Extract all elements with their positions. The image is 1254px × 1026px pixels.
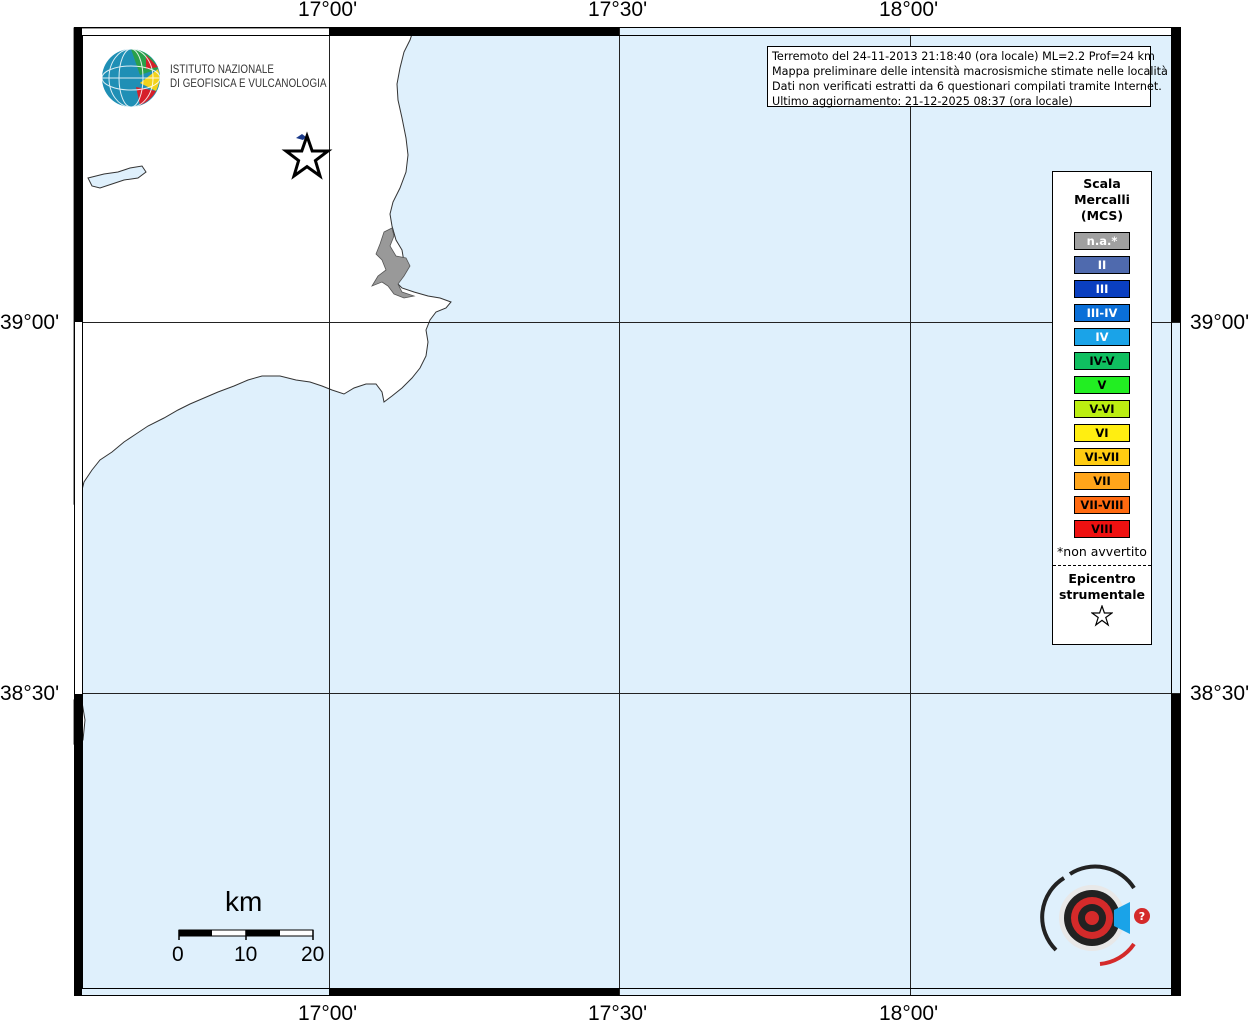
lon-label-bottom-1700: 17°00' <box>298 1002 358 1025</box>
legend-item-vi: VI <box>1074 424 1130 442</box>
event-info-box: Terremoto del 24-11-2013 21:18:40 (ora l… <box>767 46 1168 108</box>
legend-star-icon <box>1053 604 1151 631</box>
ingv-line1: ISTITUTO NAZIONALE <box>170 64 275 76</box>
info-line2: Mappa preliminare delle intensità macros… <box>772 65 1168 78</box>
scale-bar-unit: km <box>225 886 263 917</box>
legend-items: n.a.* II III III-IV IV IV-V V V-VI VI VI-VII VII VI… <box>1053 232 1151 538</box>
legend-epicenter-label: Epicentro strumentale <box>1053 571 1151 603</box>
legend-title-line2: Mercalli <box>1074 192 1130 207</box>
legend-item-ii: II <box>1074 256 1130 274</box>
legend-epicenter-line1: Epicentro <box>1068 571 1136 586</box>
legend-epicenter-line2: strumentale <box>1058 587 1146 602</box>
lon-label-top-1700: 17°00' <box>298 0 358 21</box>
info-line1: Terremoto del 24-11-2013 21:18:40 (ora l… <box>772 50 1155 63</box>
legend-item-vii: VII <box>1074 472 1130 490</box>
legend-item-iv: IV <box>1074 328 1130 346</box>
svg-text:?: ? <box>1139 910 1145 923</box>
lat-label-left-3900: 39°00' <box>0 311 60 334</box>
legend-item-viii: VIII <box>1074 520 1130 538</box>
legend-item-viiviii: VII-VIII <box>1074 496 1130 514</box>
lat-label-left-3830: 38°30' <box>0 682 60 705</box>
legend-item-vivii: VI-VII <box>1074 448 1130 466</box>
legend-item-ivv: IV-V <box>1074 352 1130 370</box>
legend-item-iii: III <box>1074 280 1130 298</box>
scale-bar-label-20: 20 <box>301 943 325 966</box>
ingv-logo-text: ISTITUTO NAZIONALE DI GEOFISICA E VULCAN… <box>170 63 327 91</box>
legend-item-v: V <box>1074 376 1130 394</box>
lon-label-bottom-1730: 17°30' <box>588 1002 648 1025</box>
lon-label-top-1800: 18°00' <box>879 0 939 21</box>
haisentito-logo: ? <box>1030 858 1160 982</box>
scale-bar-label-0: 0 <box>172 943 184 966</box>
lon-label-top-1730: 17°30' <box>588 0 648 21</box>
lon-label-bottom-1800: 18°00' <box>879 1002 939 1025</box>
scale-bar-label-10: 10 <box>234 943 258 966</box>
legend-item-na: n.a.* <box>1074 232 1130 250</box>
lat-label-right-3830: 38°30' <box>1190 682 1250 705</box>
ingv-line2: DI GEOFISICA E VULCANOLOGIA <box>170 78 327 90</box>
mcs-legend: Scala Mercalli (MCS) n.a.* II III III-IV IV I… <box>1052 171 1152 645</box>
legend-item-vvi: V-VI <box>1074 400 1130 418</box>
legend-separator <box>1053 565 1151 566</box>
info-line4: Ultimo aggiornamento: 21-12-2025 08:37 (… <box>772 95 1073 108</box>
legend-title: Scala Mercalli (MCS) <box>1053 176 1151 224</box>
ingv-globe-logo <box>100 47 162 113</box>
legend-title-line1: Scala <box>1083 176 1121 191</box>
info-line3: Dati non verificati estratti da 6 questi… <box>772 80 1162 93</box>
legend-note: *non avvertito <box>1057 544 1147 559</box>
legend-title-line3: (MCS) <box>1080 208 1124 223</box>
legend-item-iiiiv: III-IV <box>1074 304 1130 322</box>
lat-label-right-3900: 39°00' <box>1190 311 1250 334</box>
